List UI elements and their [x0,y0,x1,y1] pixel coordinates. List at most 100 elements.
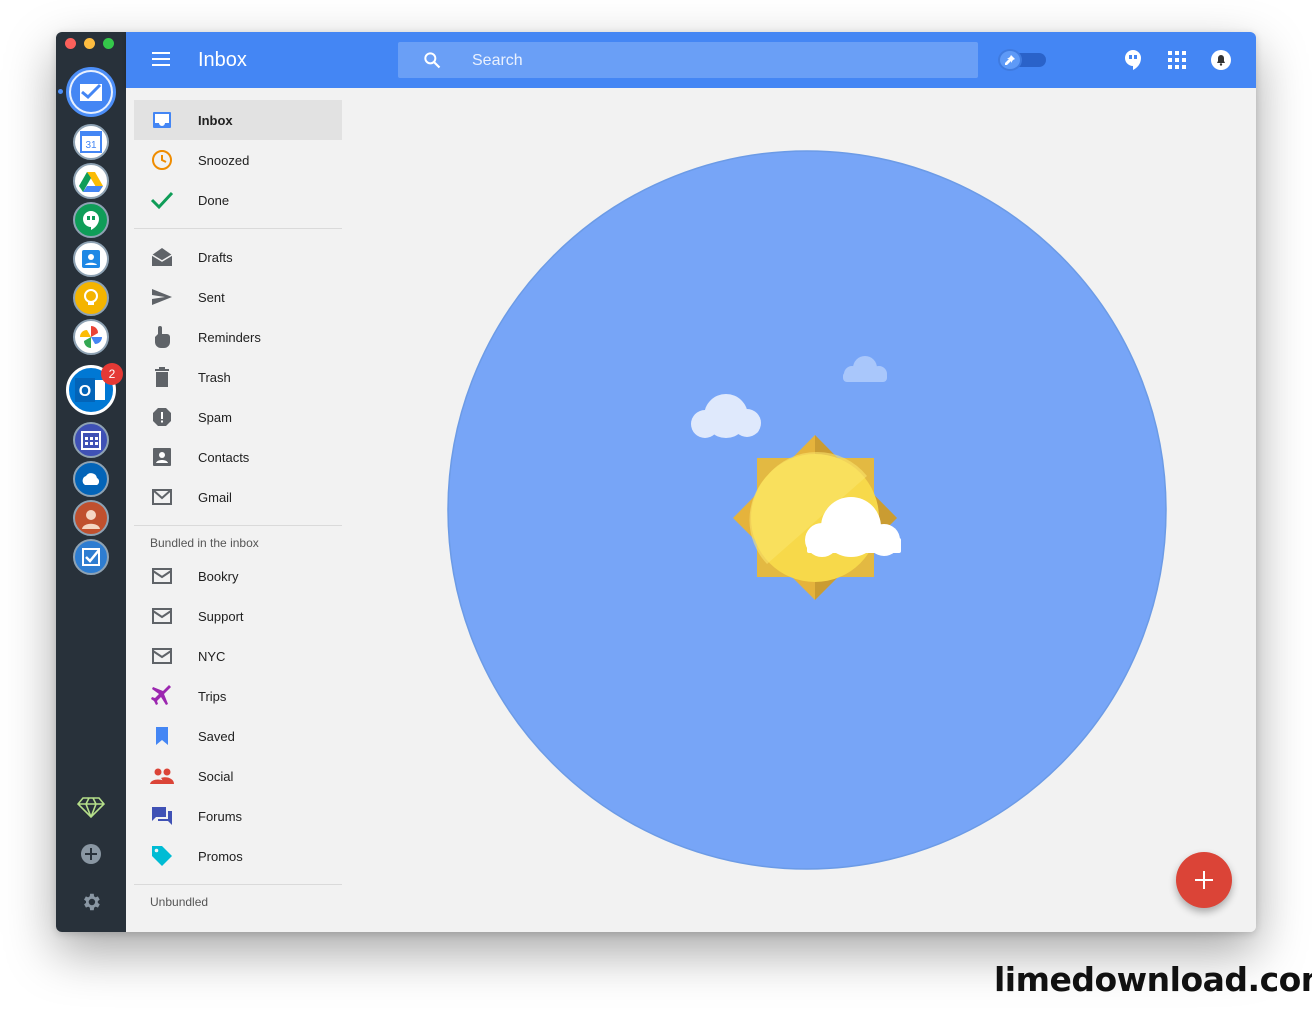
rail-app-tasks[interactable] [73,539,109,575]
nav-item-gmail[interactable]: Gmail [134,477,342,517]
settings-button[interactable] [76,887,106,917]
search-input[interactable] [470,42,954,80]
cloud-icon [82,473,100,485]
rail-app-keep[interactable] [73,280,109,316]
nav-item-bookry[interactable]: Bookry [134,556,342,596]
mail-icon [150,604,174,628]
rail-app-outlook-calendar[interactable] [73,422,109,458]
checkbox-icon [82,548,100,566]
pin-toggle[interactable] [998,49,1046,71]
calendar-grid-icon [81,431,101,450]
compose-button[interactable] [1176,852,1232,908]
nav-item-support[interactable]: Support [134,596,342,636]
nav-item-contacts[interactable]: Contacts [134,437,342,477]
nav-item-spam[interactable]: Spam [134,397,342,437]
mail-icon [150,564,174,588]
nav-item-trips[interactable]: Trips [134,676,342,716]
hangouts-button[interactable] [1122,49,1144,71]
bookmark-icon [150,724,174,748]
zoom-window-button[interactable] [103,38,114,49]
rail-app-hangouts[interactable] [73,202,109,238]
search-icon [424,52,441,69]
rail-app-contacts[interactable] [73,241,109,277]
rail-app-calendar[interactable]: 31 [73,124,109,160]
add-app-button[interactable] [76,839,106,869]
nav-item-nyc[interactable]: NYC [134,636,342,676]
nav-item-label: NYC [198,648,226,664]
contacts-icon [150,445,174,469]
trash-icon [150,365,174,389]
nav-item-done[interactable]: Done [134,180,342,220]
page-title: Inbox [198,49,247,71]
inbox-zero-area [346,88,1256,932]
nav-item-label: Trash [198,369,231,385]
nav-item-social[interactable]: Social [134,756,342,796]
window-controls [65,38,114,49]
nav-drawer: Inbox Snoozed Done Drafts Sent Reminders… [126,88,346,932]
app-window: 31 O 2 Inbox Search Inbox Snoozed Done D… [56,32,1256,932]
minimize-window-button[interactable] [84,38,95,49]
lightbulb-icon [84,289,98,305]
close-window-button[interactable] [65,38,76,49]
search-bar[interactable] [398,42,978,80]
inbox-zero-illustration [447,150,1167,870]
hamburger-menu-icon[interactable] [152,52,170,66]
apps-grid-icon [1168,51,1186,69]
reminder-icon [150,325,174,349]
rail-app-onedrive[interactable] [73,461,109,497]
nav-item-label: Trips [198,688,227,704]
person-icon [82,510,100,529]
app-rail: 31 O 2 [56,32,126,932]
pinwheel-icon [80,326,102,348]
nav-item-label: Sent [198,289,225,305]
gear-icon [84,893,100,911]
drive-app-icon [79,172,103,192]
apps-grid-button[interactable] [1166,49,1188,71]
plus-circle-icon [81,844,101,864]
spam-icon [150,405,174,429]
nav-item-sent[interactable]: Sent [134,277,342,317]
nav-item-label: Gmail [198,489,232,505]
nav-item-reminders[interactable]: Reminders [134,317,342,357]
rail-app-photos[interactable] [73,319,109,355]
nav-item-label: Promos [198,848,243,864]
drafts-icon [150,245,174,269]
clock-icon [150,148,174,172]
nav-item-label: Social [198,768,234,784]
nav-item-trash[interactable]: Trash [134,357,342,397]
hangouts-app-icon [83,211,99,230]
gmail-icon [150,485,174,509]
rail-app-people[interactable] [73,500,109,536]
send-icon [150,285,174,309]
nav-item-promos[interactable]: Promos [134,836,342,876]
nav-item-label: Done [198,192,230,208]
nav-item-drafts[interactable]: Drafts [134,237,342,277]
active-app-indicator [58,89,63,94]
nav-item-label: Snoozed [198,152,250,168]
nav-item-forums[interactable]: Forums [134,796,342,836]
nav-item-label: Inbox [198,112,233,128]
bundled-section-heading: Bundled in the inbox [150,536,259,550]
diamond-icon [77,797,105,818]
watermark-text: limedownload.com [994,960,1312,999]
rail-app-inbox[interactable] [66,67,116,117]
nav-item-label: Saved [198,728,235,744]
hangouts-icon [1125,50,1141,70]
mail-icon [150,644,174,668]
check-icon [150,188,174,212]
people-icon [150,764,174,788]
nav-item-label: Spam [198,409,232,425]
nav-item-snoozed[interactable]: Snoozed [134,140,342,180]
outlook-unread-badge: 2 [101,363,123,385]
plus-icon [1195,871,1213,889]
notifications-button[interactable] [1210,49,1232,71]
calendar-app-icon: 31 [80,131,102,153]
nav-item-inbox[interactable]: Inbox [134,100,342,140]
premium-button[interactable] [76,792,106,822]
rail-app-drive[interactable] [73,163,109,199]
nav-divider [134,525,342,526]
nav-item-label: Bookry [198,568,239,584]
pin-icon [998,49,1022,71]
nav-item-label: Support [198,608,244,624]
nav-item-saved[interactable]: Saved [134,716,342,756]
